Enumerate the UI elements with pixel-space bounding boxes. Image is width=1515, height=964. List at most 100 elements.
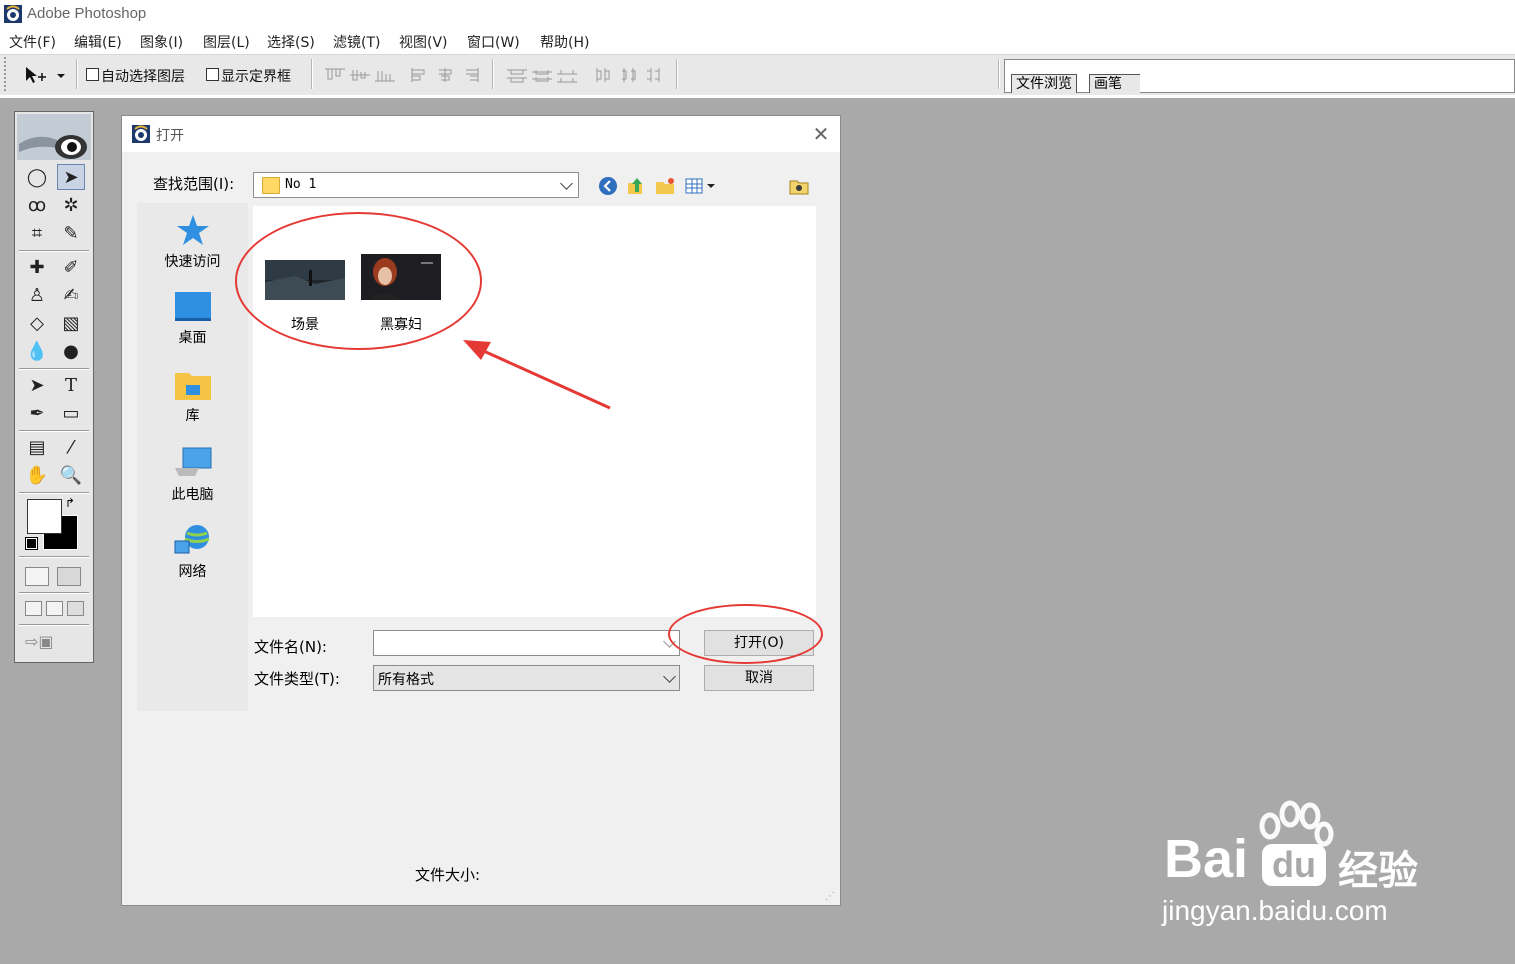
brush-tool-icon[interactable]: ✐ <box>57 254 85 280</box>
close-icon[interactable]: ✕ <box>809 122 833 146</box>
foreground-color-swatch[interactable] <box>27 499 62 534</box>
eraser-tool-icon[interactable]: ◇ <box>23 310 51 336</box>
photoshop-eye-icon <box>132 125 150 143</box>
menu-bar: 文件(F) 编辑(E) 图象(I) 图层(L) 选择(S) 滤镜(T) 视图(V… <box>0 28 1515 55</box>
folder-icon <box>262 177 280 194</box>
look-in-dropdown[interactable]: No 1 <box>253 172 579 198</box>
dialog-title: 打开 <box>156 128 184 144</box>
healing-brush-tool-icon[interactable]: ✚ <box>23 254 51 280</box>
filename-input[interactable] <box>373 630 680 656</box>
blur-tool-icon[interactable]: 💧 <box>23 338 51 364</box>
new-folder-icon[interactable] <box>654 175 676 197</box>
notes-tool-icon[interactable]: ▤ <box>23 434 51 460</box>
clone-stamp-tool-icon[interactable]: ♙ <box>23 282 51 308</box>
eye-logo-icon <box>17 114 91 160</box>
default-colors-icon[interactable] <box>25 537 38 550</box>
jump-to-imageready-icon[interactable]: ⇨▣ <box>25 632 83 651</box>
align-top-icon[interactable] <box>324 67 346 83</box>
rectangle-tool-icon[interactable]: ▭ <box>57 400 85 426</box>
menu-view[interactable]: 视图(V) <box>399 32 448 52</box>
favorites-folder-icon[interactable] <box>788 175 810 197</box>
magic-wand-tool-icon[interactable]: ✲ <box>57 192 85 218</box>
dodge-tool-icon[interactable]: ● <box>57 338 85 364</box>
type-tool-icon[interactable]: T <box>57 372 85 398</box>
title-bar: Adobe Photoshop <box>0 0 1515 28</box>
watermark-brand: Bai <box>1164 829 1249 889</box>
resize-grip-icon[interactable]: ⋰ <box>825 891 837 903</box>
watermark-suffix: 经验 <box>1338 848 1418 894</box>
chevron-down-icon <box>663 670 676 683</box>
place-this-pc[interactable]: 此电脑 <box>137 446 248 504</box>
menu-layer[interactable]: 图层(L) <box>203 32 250 52</box>
photoshop-eye-icon <box>4 5 22 23</box>
standard-mode-icon[interactable] <box>25 567 49 586</box>
options-grip[interactable] <box>4 57 12 91</box>
place-label: 桌面 <box>178 330 207 346</box>
tools-header-logo[interactable] <box>17 114 91 160</box>
distribute-left-icon[interactable] <box>594 67 616 83</box>
crop-tool-icon[interactable]: ⌗ <box>23 220 51 246</box>
quick-mask-mode-icon[interactable] <box>57 567 81 586</box>
place-quick-access[interactable]: 快速访问 <box>137 213 248 271</box>
align-vcenter-icon[interactable] <box>349 67 371 83</box>
move-tool-icon[interactable]: ➤ <box>57 164 85 190</box>
place-network[interactable]: 网络 <box>137 523 248 581</box>
lasso-tool-icon[interactable]: ꝏ <box>23 192 51 218</box>
place-label: 网络 <box>178 564 207 580</box>
pen-tool-icon[interactable]: ✒ <box>23 400 51 426</box>
menu-file[interactable]: 文件(F) <box>9 32 56 52</box>
show-bounding-box-label: 显示定界框 <box>221 69 291 85</box>
look-in-value: No 1 <box>285 177 317 192</box>
marquee-tool-icon[interactable]: ◯ <box>23 164 51 190</box>
menu-image[interactable]: 图象(I) <box>140 32 183 52</box>
path-selection-tool-icon[interactable]: ➤ <box>23 372 51 398</box>
place-label: 库 <box>185 408 200 424</box>
align-left-icon[interactable] <box>409 67 431 83</box>
baidu-jingyan-watermark: Bai du 经验 jingyan.baidu.com <box>1158 800 1458 940</box>
eyedropper-tool-icon[interactable]: ⁄ <box>57 434 85 460</box>
view-menu-icon[interactable] <box>683 175 719 197</box>
places-bar: 快速访问 桌面 库 此电脑 网络 <box>137 203 248 711</box>
auto-select-layer-label: 自动选择图层 <box>101 69 185 85</box>
cancel-button[interactable]: 取消 <box>704 665 814 691</box>
filesize-label: 文件大小: <box>415 866 481 884</box>
tab-file-browser[interactable]: 文件浏览 <box>1011 74 1077 93</box>
gradient-tool-icon[interactable]: ▧ <box>57 310 85 336</box>
menu-help[interactable]: 帮助(H) <box>540 32 589 52</box>
up-folder-icon[interactable] <box>625 175 647 197</box>
auto-select-layer-checkbox[interactable] <box>86 68 99 81</box>
watermark-du-badge: du <box>1262 844 1326 886</box>
menu-edit[interactable]: 编辑(E) <box>74 32 122 52</box>
swap-colors-icon[interactable]: ↱ <box>65 496 75 510</box>
distribute-bottom-icon[interactable] <box>556 67 578 83</box>
align-hcenter-icon[interactable] <box>434 67 456 83</box>
show-bounding-box-checkbox[interactable] <box>206 68 219 81</box>
desktop-icon <box>174 292 211 321</box>
zoom-tool-icon[interactable]: 🔍 <box>57 462 85 488</box>
place-desktop[interactable]: 桌面 <box>137 291 248 347</box>
hand-tool-icon[interactable]: ✋ <box>23 462 51 488</box>
filetype-dropdown[interactable]: 所有格式 <box>373 665 680 691</box>
menu-filter[interactable]: 滤镜(T) <box>333 32 380 52</box>
history-brush-tool-icon[interactable]: ✍ <box>57 282 85 308</box>
menu-window[interactable]: 窗口(W) <box>467 32 520 52</box>
back-icon[interactable] <box>597 175 619 197</box>
screen-mode-full-icon[interactable] <box>67 601 84 616</box>
open-dialog: 打开 ✕ 查找范围(I): No 1 快速访问 桌面 库 此电脑 网络 场景 黑… <box>121 115 841 906</box>
slice-tool-icon[interactable]: ✎ <box>57 220 85 246</box>
align-right-icon[interactable] <box>459 67 481 83</box>
place-libraries[interactable]: 库 <box>137 369 248 425</box>
distribute-right-icon[interactable] <box>644 67 666 83</box>
computer-icon <box>174 447 211 476</box>
screen-mode-full-menu-icon[interactable] <box>46 601 63 616</box>
distribute-top-icon[interactable] <box>506 67 528 83</box>
tab-brushes[interactable]: 画笔 <box>1089 74 1140 93</box>
distribute-vcenter-icon[interactable] <box>531 67 553 83</box>
network-icon <box>174 525 210 554</box>
move-tool-preset-icon[interactable] <box>24 65 68 85</box>
dialog-title-bar: 打开 ✕ <box>122 116 840 152</box>
screen-mode-standard-icon[interactable] <box>25 601 42 616</box>
menu-select[interactable]: 选择(S) <box>267 32 315 52</box>
distribute-hcenter-icon[interactable] <box>619 67 641 83</box>
align-bottom-icon[interactable] <box>374 67 396 83</box>
